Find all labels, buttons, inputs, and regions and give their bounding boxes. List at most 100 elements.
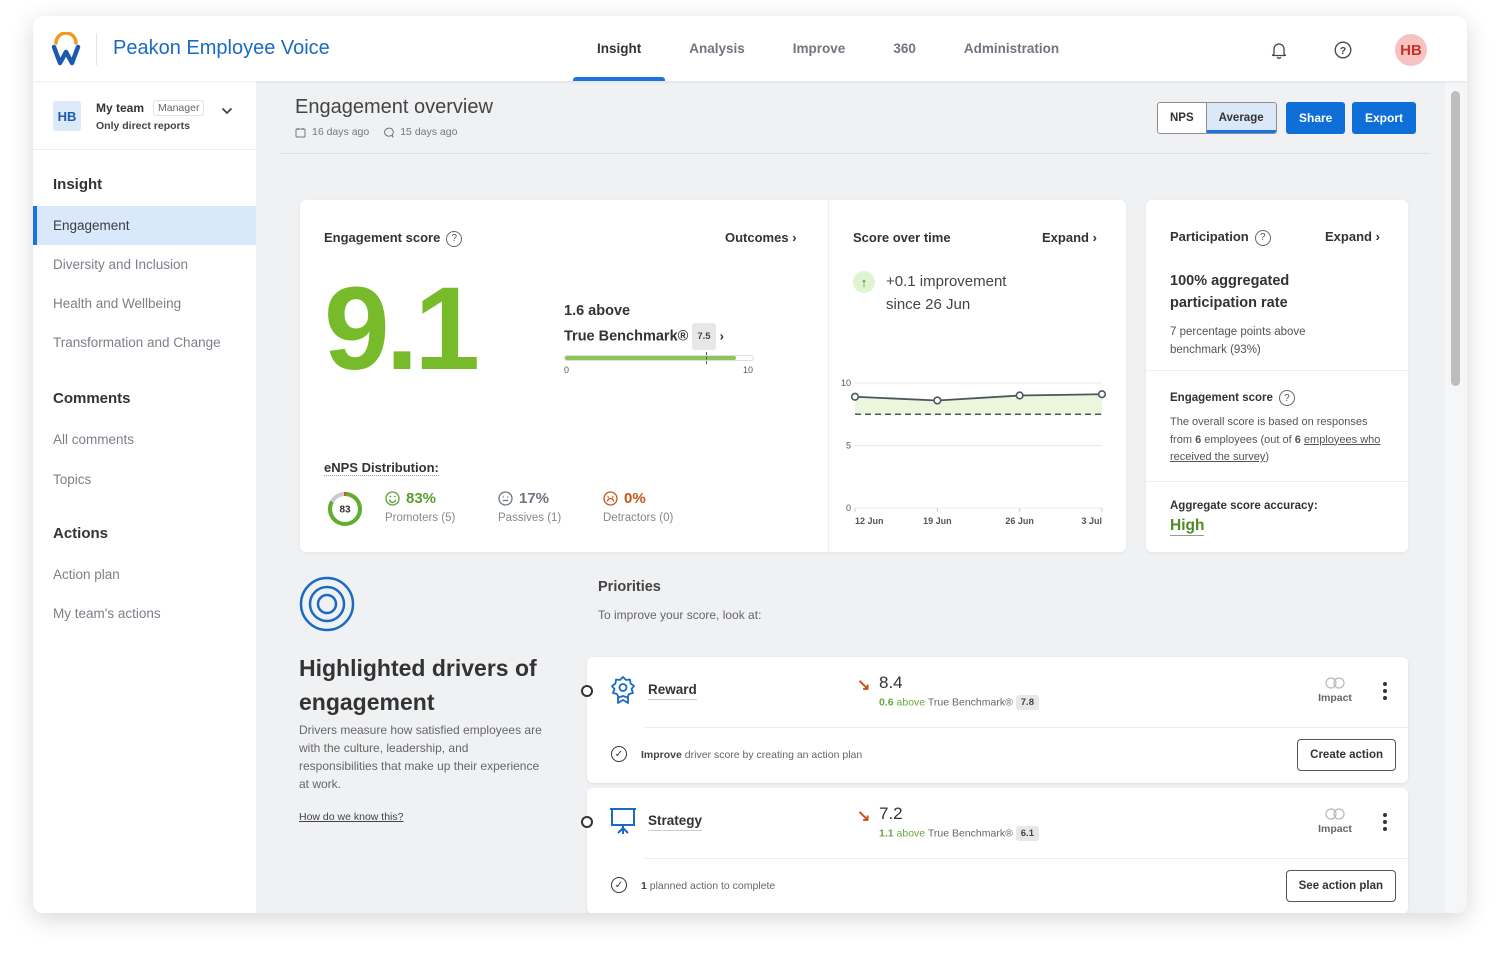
participation-rate-line2: participation rate xyxy=(1170,295,1288,311)
engagement-score-info-title: Engagement score xyxy=(1170,392,1273,405)
see-action-plan-button[interactable]: See action plan xyxy=(1285,870,1396,902)
improvement-summary: ↑ +0.1 improvement since 26 Jun xyxy=(853,270,1006,316)
team-scope: Only direct reports xyxy=(96,120,190,132)
help-button[interactable]: ? xyxy=(1331,38,1355,62)
tab-360[interactable]: 360 xyxy=(869,16,940,81)
score-point xyxy=(1015,391,1024,400)
survey-date: 16 days ago xyxy=(312,126,370,138)
benchmark-link[interactable]: True Benchmark® 7.5 › xyxy=(564,323,724,350)
help-circle-icon[interactable]: ? xyxy=(446,230,463,247)
score-over-time-chart: 0 5 10 12 Jun 19 Jun 26 Jun 3 Jul xyxy=(841,378,1107,526)
driver-card-reward: Reward ↘ 8.4 0.6 above True Benchmark® 7… xyxy=(581,657,1408,783)
svg-text:?: ? xyxy=(1340,45,1346,57)
sidebar-item-health-wellbeing[interactable]: Health and Wellbeing xyxy=(33,284,256,323)
how-do-we-know-link[interactable]: How do we know this? xyxy=(299,811,403,823)
main-nav: Insight Analysis Improve 360 Administrat… xyxy=(573,16,1083,81)
driver-name[interactable]: Strategy xyxy=(648,813,703,831)
app-title[interactable]: Peakon Employee Voice xyxy=(113,37,330,60)
sidebar-item-all-comments[interactable]: All comments xyxy=(33,420,256,459)
score-over-time-title: Score over time xyxy=(853,230,951,245)
team-role-badge: Manager xyxy=(153,100,205,116)
check-circle-icon: ✓ xyxy=(611,746,627,762)
user-avatar[interactable]: HB xyxy=(1395,34,1427,66)
sidebar-item-my-teams-actions[interactable]: My team's actions xyxy=(33,594,256,633)
chevron-down-icon xyxy=(221,107,233,115)
help-circle-icon[interactable]: ? xyxy=(1254,229,1271,246)
sidebar-item-action-plan[interactable]: Action plan xyxy=(33,555,256,594)
bar-min-label: 0 xyxy=(564,365,570,375)
participation-card: Participation? Expand › 100% aggregated … xyxy=(1146,200,1408,552)
tab-insight[interactable]: Insight xyxy=(573,16,666,81)
accuracy-value[interactable]: High xyxy=(1170,517,1205,536)
bell-icon xyxy=(1271,43,1287,59)
engagement-score-title: Engagement score xyxy=(324,230,441,245)
notifications-button[interactable] xyxy=(1267,38,1291,62)
driver-score: 8.4 xyxy=(879,673,903,692)
sidebar-item-topics[interactable]: Topics xyxy=(33,460,256,499)
impact-indicator[interactable]: Impact xyxy=(1316,808,1354,835)
priorities-title: Priorities xyxy=(598,579,661,595)
score-over-time-expand[interactable]: Expand › xyxy=(1042,230,1097,245)
more-options-icon[interactable] xyxy=(1380,812,1390,832)
x-tick-label: 12 Jun xyxy=(855,516,884,526)
participation-rate-line1: 100% aggregated xyxy=(1170,273,1290,289)
sidebar-heading-actions: Actions xyxy=(53,525,109,542)
share-button[interactable]: Share xyxy=(1286,102,1346,134)
target-icon xyxy=(299,576,355,632)
reward-badge-icon xyxy=(611,676,635,704)
benchmark-marker xyxy=(706,352,707,364)
outcomes-link[interactable]: Outcomes › xyxy=(725,230,797,245)
driver-name[interactable]: Reward xyxy=(648,682,697,700)
sidebar-item-engagement[interactable]: Engagement xyxy=(33,206,256,245)
app-window: Peakon Employee Voice Insight Analysis I… xyxy=(33,16,1467,913)
impact-rings-icon xyxy=(1325,677,1345,689)
benchmark-comparison: 1.6 above True Benchmark® 7.5 › xyxy=(564,300,724,350)
tab-analysis[interactable]: Analysis xyxy=(665,16,769,81)
sidebar-item-diversity-inclusion[interactable]: Diversity and Inclusion xyxy=(33,245,256,284)
export-button[interactable]: Export xyxy=(1352,102,1417,134)
driver-benchmark: 0.6 above True Benchmark® 7.8 xyxy=(879,695,1039,710)
create-action-button[interactable]: Create action xyxy=(1297,739,1396,771)
passives-label: Passives (1) xyxy=(498,512,562,524)
engagement-score-value: 9.1 xyxy=(324,263,480,395)
pin-icon xyxy=(581,685,593,697)
team-selector[interactable]: HB My team Manager Only direct reports xyxy=(53,99,243,139)
tab-improve[interactable]: Improve xyxy=(769,16,870,81)
impact-label: Impact xyxy=(1318,823,1352,835)
enps-distribution-heading[interactable]: eNPS Distribution: xyxy=(324,460,439,476)
sidebar-heading-insight: Insight xyxy=(53,176,103,193)
engagement-card: Engagement score? Outcomes › 9.1 1.6 abo… xyxy=(300,200,1126,552)
sidebar-item-transformation-change[interactable]: Transformation and Change xyxy=(33,323,256,362)
accuracy-label: Aggregate score accuracy: xyxy=(1170,500,1318,512)
sidebar-divider xyxy=(33,149,256,150)
participation-rate: 100% aggregated participation rate xyxy=(1170,270,1289,314)
logo-divider xyxy=(96,33,97,65)
benchmark-value-badge: 7.5 xyxy=(692,323,716,350)
scrollbar-thumb[interactable] xyxy=(1451,91,1460,386)
participation-expand[interactable]: Expand › xyxy=(1325,229,1380,244)
team-name: My team xyxy=(96,101,145,115)
chevron-right-icon: › xyxy=(1375,229,1380,244)
toggle-average[interactable]: Average xyxy=(1205,103,1276,133)
presentation-board-icon xyxy=(610,808,636,834)
top-actions: ? HB xyxy=(1267,34,1427,66)
highlighted-drivers-title: Highlighted drivers of engagement xyxy=(299,655,537,715)
expand-label: Expand xyxy=(1325,229,1372,244)
driver-action-text: Improve driver score by creating an acti… xyxy=(641,749,863,761)
y-tick-label: 10 xyxy=(841,378,851,388)
participation-title: Participation xyxy=(1170,229,1249,244)
driver-score: 7.2 xyxy=(879,804,903,823)
detractors-label: Detractors (0) xyxy=(603,512,674,524)
header-divider xyxy=(281,153,1429,154)
trend-down-icon: ↘ xyxy=(857,808,871,825)
impact-indicator[interactable]: Impact xyxy=(1316,677,1354,704)
y-tick-label: 0 xyxy=(846,503,851,513)
page-title: Engagement overview xyxy=(295,96,493,118)
score-bar-fill xyxy=(565,356,737,360)
divider xyxy=(644,858,1408,859)
toggle-nps[interactable]: NPS xyxy=(1158,103,1206,133)
more-options-icon[interactable] xyxy=(1380,681,1390,701)
help-circle-icon[interactable]: ? xyxy=(1278,390,1295,406)
tab-administration[interactable]: Administration xyxy=(940,16,1083,81)
driver-action-text: 1 planned action to complete xyxy=(641,880,776,892)
